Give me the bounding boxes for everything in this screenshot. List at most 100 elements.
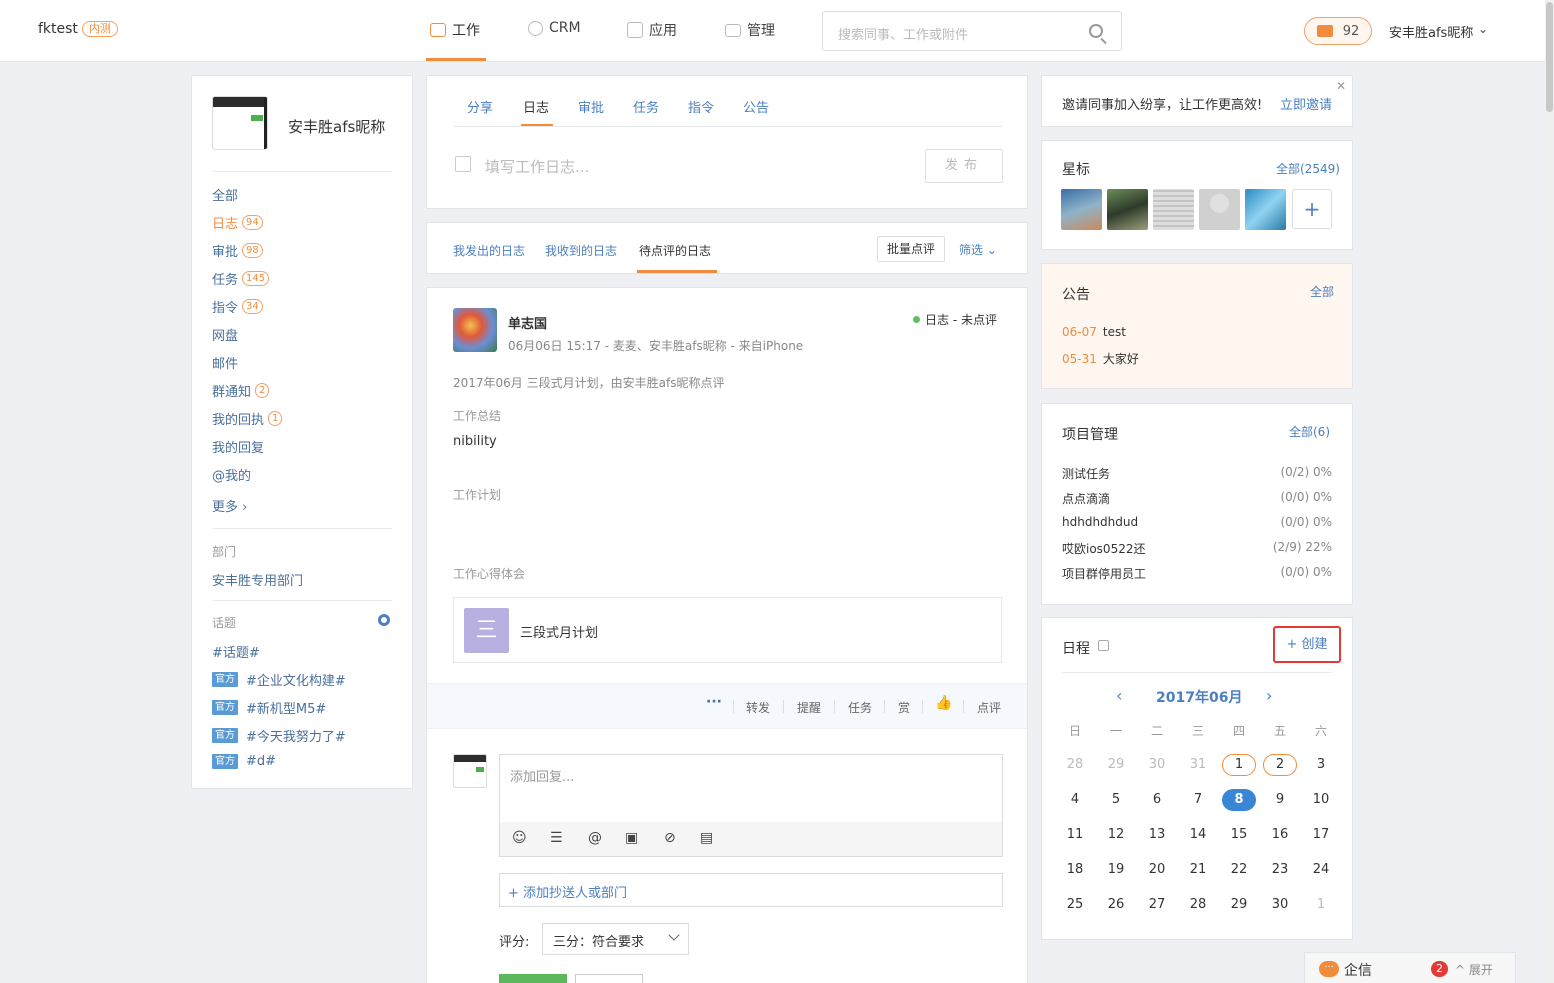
filter-dropdown[interactable]: 筛选 ⌄ <box>959 241 997 258</box>
calendar-day[interactable]: 27 <box>1140 894 1174 916</box>
expand-button[interactable]: ^ 展开 <box>1455 961 1493 978</box>
reward-button[interactable]: 赏 <box>898 699 910 716</box>
calendar-day[interactable]: 26 <box>1099 894 1133 916</box>
calendar-day[interactable]: 29 <box>1222 894 1256 916</box>
avatar[interactable] <box>212 96 268 150</box>
calendar-day[interactable]: 28 <box>1181 894 1215 916</box>
score-select[interactable]: 三分：符合要求 <box>542 923 689 955</box>
calendar-day[interactable]: 22 <box>1222 859 1256 881</box>
nav-work[interactable]: 工作 <box>430 20 480 40</box>
attachment-icon[interactable]: ⊘ <box>664 830 676 846</box>
nav-apps[interactable]: 应用 <box>627 20 677 40</box>
chevron-right-icon[interactable]: › <box>1266 686 1272 705</box>
sidebar-item-receipts[interactable]: 我的回执 1 <box>212 409 283 428</box>
calendar-day[interactable]: 7 <box>1181 789 1215 811</box>
calendar-day[interactable]: 12 <box>1099 824 1133 846</box>
copy-icon[interactable] <box>1098 640 1109 651</box>
tab-command[interactable]: 指令 <box>688 97 714 116</box>
tab-share[interactable]: 分享 <box>467 97 493 116</box>
avatar[interactable] <box>1153 189 1194 230</box>
topic-item[interactable]: 官方 #d# <box>212 754 276 769</box>
create-schedule-button[interactable]: + 创建 <box>1273 626 1341 663</box>
calendar-day[interactable]: 19 <box>1099 859 1133 881</box>
calendar-day[interactable]: 11 <box>1058 824 1092 846</box>
sidebar-item-approval[interactable]: 审批 98 <box>212 241 263 260</box>
calendar-day[interactable]: 30 <box>1140 754 1174 776</box>
chevron-down-icon[interactable]: ⌄ <box>1478 22 1488 36</box>
mail-button[interactable]: 92 <box>1304 17 1372 45</box>
calendar-day[interactable]: 24 <box>1304 859 1338 881</box>
project-item[interactable]: 项目群停用员工 (0/0) 0% <box>1062 565 1332 582</box>
calendar-day[interactable]: 10 <box>1304 789 1338 811</box>
calendar-day[interactable]: 18 <box>1058 859 1092 881</box>
author-avatar[interactable] <box>453 308 497 352</box>
calendar-day[interactable]: 14 <box>1181 824 1215 846</box>
avatar[interactable] <box>1061 189 1102 230</box>
mention-icon[interactable]: @ <box>588 830 602 846</box>
log-input[interactable]: 填写工作日志... <box>485 156 589 177</box>
calendar-day[interactable]: 28 <box>1058 754 1092 776</box>
gear-icon[interactable] <box>378 614 390 626</box>
calendar-day[interactable]: 16 <box>1263 824 1297 846</box>
calendar-day[interactable]: 2 <box>1263 754 1297 776</box>
list-icon[interactable]: ☰ <box>550 830 563 846</box>
brand[interactable]: fktest 内测 <box>38 21 118 37</box>
thumbs-up-icon[interactable]: 👍 <box>935 695 952 711</box>
topic-item[interactable]: #话题# <box>212 642 260 661</box>
emoji-icon[interactable]: ☺ <box>512 830 527 846</box>
sidebar-item-all[interactable]: 全部 <box>212 185 238 204</box>
chevron-left-icon[interactable]: ‹ <box>1116 686 1122 705</box>
scrollbar[interactable] <box>1545 0 1554 983</box>
calendar-day[interactable]: 30 <box>1263 894 1297 916</box>
avatar[interactable] <box>1199 189 1240 230</box>
calendar-day[interactable]: 21 <box>1181 859 1215 881</box>
tab-sent-logs[interactable]: 我发出的日志 <box>453 242 525 259</box>
review-button[interactable]: 点评 <box>977 699 1001 716</box>
add-cc-button[interactable]: + 添加抄送人或部门 <box>499 873 1003 907</box>
sidebar-item-mail[interactable]: 邮件 <box>212 353 238 372</box>
calendar-day[interactable]: 1 <box>1222 754 1256 776</box>
sidebar-item-more[interactable]: 更多 › <box>212 496 247 515</box>
calendar-day[interactable]: 20 <box>1140 859 1174 881</box>
calendar-day[interactable]: 29 <box>1099 754 1133 776</box>
tab-notice[interactable]: 公告 <box>743 97 769 116</box>
remind-button[interactable]: 提醒 <box>797 699 821 716</box>
calendar-day[interactable]: 1 <box>1304 894 1338 916</box>
tab-received-logs[interactable]: 我收到的日志 <box>545 242 617 259</box>
calendar-day[interactable]: 25 <box>1058 894 1092 916</box>
project-item[interactable]: 测试任务 (0/2) 0% <box>1062 465 1332 482</box>
chat-dock[interactable]: ··· 企信 2 ^ 展开 <box>1304 952 1516 983</box>
scrollbar-thumb[interactable] <box>1546 2 1553 112</box>
calendar-day[interactable]: 3 <box>1304 754 1338 776</box>
calendar-day[interactable]: 6 <box>1140 789 1174 811</box>
sidebar-item-dept[interactable]: 安丰胜专用部门 <box>212 570 303 589</box>
publish-button[interactable]: 发布 <box>925 149 1003 183</box>
calendar-day[interactable]: 5 <box>1099 789 1133 811</box>
notice-item[interactable]: 05-31 大家好 <box>1062 350 1139 367</box>
project-item[interactable]: 点点滴滴 (0/0) 0% <box>1062 490 1332 507</box>
submit-review-button[interactable] <box>499 974 567 983</box>
project-item[interactable]: 哎欧ios0522还 (2/9) 22% <box>1062 540 1332 557</box>
topic-item[interactable]: 官方 #新机型M5# <box>212 698 326 717</box>
calendar-day[interactable]: 13 <box>1140 824 1174 846</box>
tab-approval[interactable]: 审批 <box>578 97 604 116</box>
reply-input[interactable]: 添加回复... ☺ ☰ @ ▣ ⊘ ▤ <box>499 754 1003 857</box>
project-item[interactable]: hdhdhdhdud (0/0) 0% <box>1062 515 1332 529</box>
task-button[interactable]: 任务 <box>848 699 872 716</box>
add-star-button[interactable]: + <box>1292 189 1332 229</box>
search-input[interactable]: 搜索同事、工作或附件 <box>822 11 1122 51</box>
calendar-day[interactable]: 23 <box>1263 859 1297 881</box>
sidebar-item-logs[interactable]: 日志 94 <box>212 213 263 232</box>
batch-review-button[interactable]: 批量点评 <box>877 236 945 262</box>
close-icon[interactable]: ✕ <box>1336 79 1346 93</box>
sidebar-item-commands[interactable]: 指令 34 <box>212 297 263 316</box>
attachment-card[interactable]: 三 三段式月计划 <box>453 597 1002 663</box>
calendar-day[interactable]: 9 <box>1263 789 1297 811</box>
nav-admin[interactable]: 管理 <box>725 20 775 40</box>
sidebar-item-group-notice[interactable]: 群通知 2 <box>212 381 270 400</box>
sidebar-item-mentions[interactable]: @我的 <box>212 465 251 484</box>
more-icon[interactable]: ··· <box>706 694 722 710</box>
sidebar-item-tasks[interactable]: 任务 145 <box>212 269 270 288</box>
projects-all-link[interactable]: 全部(6) <box>1289 423 1330 440</box>
notice-all-link[interactable]: 全部 <box>1310 283 1334 300</box>
